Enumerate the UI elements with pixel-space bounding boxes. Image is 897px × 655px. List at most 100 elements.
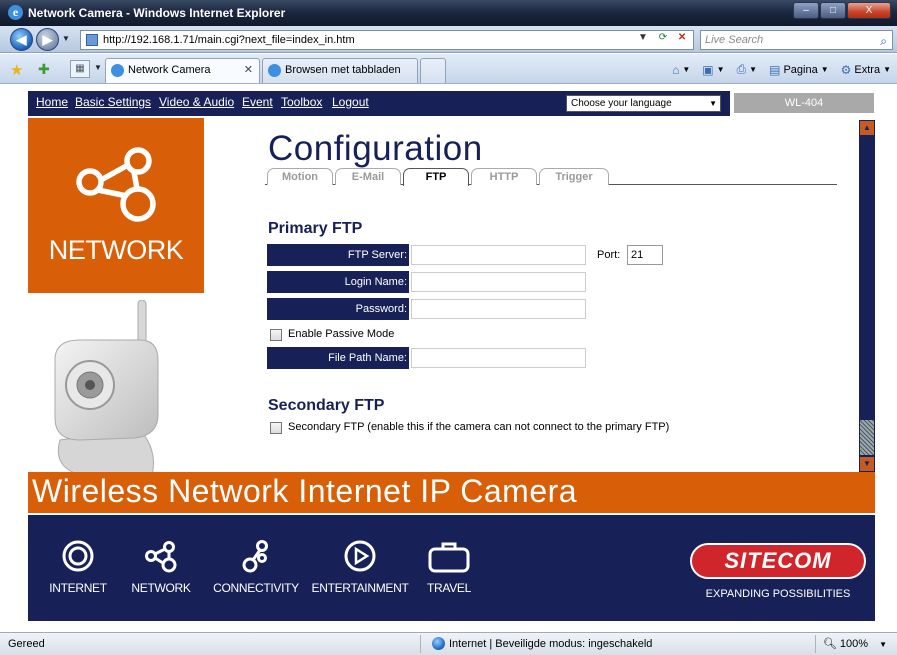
nav-logout-link[interactable]: Logout xyxy=(332,95,369,109)
address-toolbar: ◀ ▶ ▼ http://192.168.1.71/main.cgi?next_… xyxy=(0,26,897,53)
secondary-ftp-heading: Secondary FTP xyxy=(268,397,385,414)
window-controls: – □ X xyxy=(792,2,891,19)
product-banner: Wireless Network Internet IP Camera xyxy=(28,472,875,513)
address-tools: ▼ ⟳ ✕ xyxy=(638,32,686,43)
address-field[interactable]: http://192.168.1.71/main.cgi?next_file=i… xyxy=(80,30,694,50)
network-icon xyxy=(145,541,177,573)
footer-item-entertainment: ENTERTAINMENT xyxy=(310,539,410,595)
footer-item-network: NETWORK xyxy=(111,539,211,595)
nav-toolbox-link[interactable]: Toolbox xyxy=(281,95,322,109)
footer-label: ENTERTAINMENT xyxy=(311,581,409,595)
globe-icon xyxy=(432,637,445,650)
ie-tab-icon xyxy=(268,64,281,77)
scroll-down-icon[interactable]: ▼ xyxy=(860,457,874,471)
ftp-server-label: FTP Server: xyxy=(267,244,409,266)
zoom-icon: 🔍︎ xyxy=(822,638,837,650)
nav-basic-settings-link[interactable]: Basic Settings xyxy=(75,95,151,109)
secondary-ftp-checkbox[interactable] xyxy=(270,422,282,434)
file-path-input[interactable] xyxy=(411,348,586,368)
file-path-label: File Path Name: xyxy=(267,347,409,369)
sitecom-logo: SITECOM xyxy=(690,543,866,579)
tab-motion[interactable]: Motion xyxy=(267,168,333,185)
refresh-icon[interactable]: ⟳ xyxy=(659,32,667,43)
feeds-button[interactable]: ▣ ▼ xyxy=(702,62,724,77)
close-button[interactable]: X xyxy=(847,2,891,19)
brand-label: NETWORK xyxy=(48,235,184,265)
status-divider xyxy=(420,635,421,653)
camera-image xyxy=(54,300,159,479)
maximize-button[interactable]: □ xyxy=(820,2,846,19)
footer-label: NETWORK xyxy=(131,581,191,595)
search-input[interactable]: Live Search ⌕ xyxy=(700,30,893,50)
page-title: Configuration xyxy=(268,129,483,168)
zoom-level: 100% xyxy=(839,638,869,650)
footer-label: TRAVEL xyxy=(427,581,471,595)
search-placeholder: Live Search xyxy=(705,34,764,46)
nav-event-link[interactable]: Event xyxy=(242,95,273,109)
favorites-star-icon[interactable]: ★ xyxy=(10,61,23,79)
print-button[interactable]: ⎙ ▼ xyxy=(737,62,758,77)
address-dropdown-icon[interactable]: ▼ xyxy=(638,32,648,43)
forward-button[interactable]: ▶ xyxy=(36,28,59,51)
zoom-control[interactable]: 🔍︎ 100% ▼ xyxy=(823,637,887,650)
tab-trigger[interactable]: Trigger xyxy=(539,168,609,185)
scroll-up-icon[interactable]: ▲ xyxy=(860,121,874,135)
tab-browsen[interactable]: Browsen met tabbladen xyxy=(262,58,418,83)
command-bar: ⌂ ▼ ▣ ▼ ⎙ ▼ ▤ Pagina ▼ ⚙ Extra ▼ xyxy=(672,62,891,77)
tab-ftp[interactable]: FTP xyxy=(403,168,469,186)
security-zone[interactable]: Internet | Beveiligde modus: ingeschakel… xyxy=(432,637,652,650)
home-button[interactable]: ⌂ ▼ xyxy=(672,62,690,77)
language-select[interactable]: Choose your language ▼ xyxy=(566,95,721,112)
internet-explorer-icon: e xyxy=(8,5,23,20)
new-tab-button[interactable] xyxy=(420,58,446,83)
tab-email[interactable]: E-Mail xyxy=(335,168,401,185)
login-name-label: Login Name: xyxy=(267,271,409,293)
ftp-server-input[interactable] xyxy=(411,245,586,265)
nav-video-audio-link[interactable]: Video & Audio xyxy=(159,95,234,109)
port-input[interactable]: 21 xyxy=(627,245,663,265)
chevron-down-icon: ▼ xyxy=(709,99,717,108)
quick-tabs-icon[interactable]: ▦ xyxy=(70,60,90,78)
tab-network-camera[interactable]: Network Camera ✕ xyxy=(105,58,260,83)
footer-label: CONNECTIVITY xyxy=(213,581,299,595)
internet-icon xyxy=(62,540,94,572)
address-url: http://192.168.1.71/main.cgi?next_file=i… xyxy=(103,34,355,46)
history-dropdown-icon[interactable]: ▼ xyxy=(62,34,70,43)
login-name-input[interactable] xyxy=(411,272,586,292)
network-icon xyxy=(76,147,156,222)
close-tab-icon[interactable]: ✕ xyxy=(244,59,253,81)
search-icon[interactable]: ⌕ xyxy=(880,32,887,50)
home-icon: ⌂ xyxy=(672,62,680,77)
page-icon xyxy=(86,34,98,46)
back-button[interactable]: ◀ xyxy=(10,28,33,51)
window-title-bar: e Network Camera - Windows Internet Expl… xyxy=(0,0,897,26)
tab-bar: ★ ✚ ▦ ▼ Network Camera ✕ Browsen met tab… xyxy=(0,54,897,84)
status-divider xyxy=(815,635,816,653)
password-input[interactable] xyxy=(411,299,586,319)
scroll-thumb[interactable] xyxy=(860,420,874,455)
tab-label: Network Camera xyxy=(128,64,211,76)
status-bar: Gereed Internet | Beveiligde modus: inge… xyxy=(0,632,897,655)
page-menu[interactable]: ▤ Pagina ▼ xyxy=(769,62,829,77)
passive-mode-checkbox[interactable] xyxy=(270,329,282,341)
primary-ftp-heading: Primary FTP xyxy=(268,220,363,237)
connectivity-icon xyxy=(242,540,268,573)
stop-icon[interactable]: ✕ xyxy=(678,32,686,43)
tab-list-dropdown-icon[interactable]: ▼ xyxy=(94,63,102,72)
model-label: WL-404 xyxy=(734,93,874,113)
extra-menu[interactable]: ⚙ Extra ▼ xyxy=(841,62,891,77)
window-title: Network Camera - Windows Internet Explor… xyxy=(28,6,286,20)
security-zone-label: Internet | Beveiligde modus: ingeschakel… xyxy=(449,637,653,650)
nav-home-link[interactable]: Home xyxy=(36,95,68,109)
page-content: Home Basic Settings Video & Audio Event … xyxy=(0,85,897,632)
add-favorite-icon[interactable]: ✚ xyxy=(38,61,50,78)
tagline: EXPANDING POSSIBILITIES xyxy=(705,588,851,600)
tab-label: Browsen met tabbladen xyxy=(285,64,401,76)
gear-icon: ⚙ xyxy=(840,62,852,77)
passive-mode-label: Enable Passive Mode xyxy=(288,328,395,340)
vertical-scrollbar[interactable]: ▲ ▼ xyxy=(859,120,875,472)
tab-http[interactable]: HTTP xyxy=(471,168,537,185)
minimize-button[interactable]: – xyxy=(793,2,819,19)
suitcase-icon xyxy=(428,542,470,573)
print-icon: ⎙ xyxy=(736,62,747,76)
